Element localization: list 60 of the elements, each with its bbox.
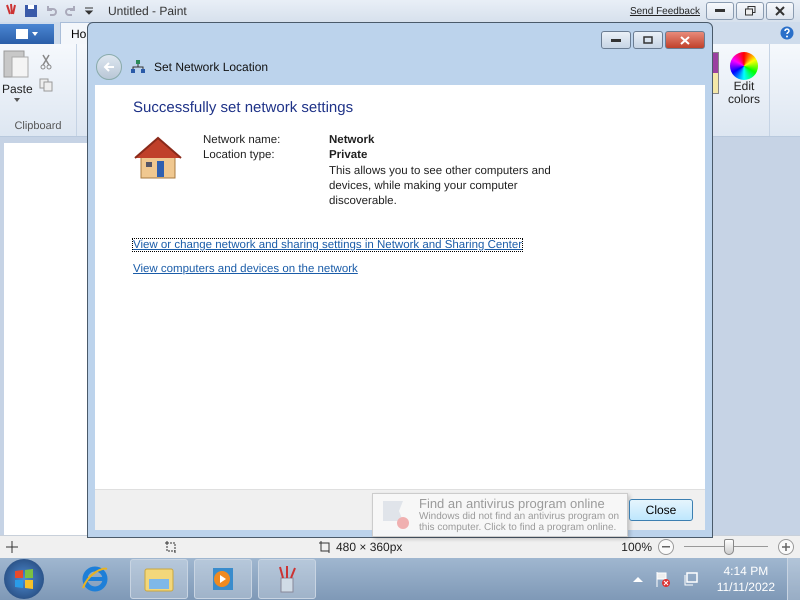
taskbar-app-button[interactable]: [258, 559, 316, 599]
network-icon: [130, 59, 146, 75]
network-icon[interactable]: [682, 571, 699, 587]
notification-message: Windows did not find an antivirus program on this computer. Click to find a program online.: [419, 511, 620, 533]
group-label: Clipboard: [13, 120, 63, 132]
browser-icon: [80, 564, 110, 594]
field-label: Location type:: [203, 149, 276, 161]
zoom-out-button[interactable]: [658, 539, 674, 555]
minimize-button[interactable]: [601, 31, 631, 49]
back-arrow-icon: [102, 61, 116, 73]
windows-logo: [13, 568, 35, 590]
paste-button[interactable]: Paste: [2, 48, 33, 120]
field-value: Network: [329, 134, 376, 146]
help-icon[interactable]: [780, 26, 794, 40]
canvas-size-icon: [318, 540, 332, 554]
window-title: Untitled - Paint: [108, 4, 187, 18]
selection-icon: [164, 540, 178, 554]
app-menu-button[interactable]: [0, 24, 54, 44]
minimize-icon: [715, 9, 725, 13]
close-icon: [680, 36, 690, 44]
save-icon[interactable]: [24, 4, 38, 18]
edit-colors-button[interactable]: Edit colors: [719, 44, 769, 136]
settings-link[interactable]: View or change network and sharing settings in Network and Sharing Center: [133, 239, 522, 251]
taskbar-app-button[interactable]: [194, 559, 252, 599]
caret-icon: [14, 98, 20, 102]
zoom-in-button[interactable]: [778, 539, 794, 555]
zoom-level: 100%: [621, 540, 652, 554]
restore-button[interactable]: [736, 2, 764, 20]
time: 4:14 PM: [724, 563, 768, 579]
show-hidden-icons-icon[interactable]: [632, 576, 643, 582]
maximize-icon: [643, 36, 653, 44]
field-label: Network name:: [203, 134, 282, 146]
maximize-button[interactable]: [633, 31, 663, 49]
zoom-slider-thumb[interactable]: [724, 539, 734, 555]
restore-icon: [744, 6, 756, 16]
date: 11/11/2022: [716, 579, 775, 595]
close-button[interactable]: [665, 31, 705, 49]
move-icon: [6, 541, 18, 553]
copy-icon[interactable]: [38, 78, 53, 92]
dialog-heading: Successfully set network settings: [133, 99, 354, 116]
minimize-icon: [611, 38, 621, 42]
field-value: Private: [329, 149, 368, 161]
house-icon: [133, 134, 183, 180]
close-icon: [775, 6, 785, 16]
plus-icon: [782, 543, 790, 551]
settings-link[interactable]: View computers and devices on the network: [133, 263, 358, 275]
feedback-link[interactable]: Send Feedback: [630, 6, 700, 16]
start-button[interactable]: [4, 559, 44, 599]
dialog-title: Set Network Location: [154, 60, 268, 74]
notification-title: Find an antivirus program online: [419, 497, 606, 511]
dropdown-icon[interactable]: [84, 6, 94, 16]
canvas-size: 480 × 360px: [336, 540, 402, 554]
minus-icon: [662, 546, 670, 548]
minimize-button[interactable]: [706, 2, 734, 20]
cut-icon[interactable]: [38, 54, 53, 70]
back-button[interactable]: [96, 54, 122, 80]
menu-icon: [14, 28, 40, 40]
close-button[interactable]: Close: [629, 499, 693, 521]
close-button[interactable]: [766, 2, 794, 20]
location-description: This allows you to see other computers and devices, while making your computer discoverable.: [329, 164, 552, 209]
